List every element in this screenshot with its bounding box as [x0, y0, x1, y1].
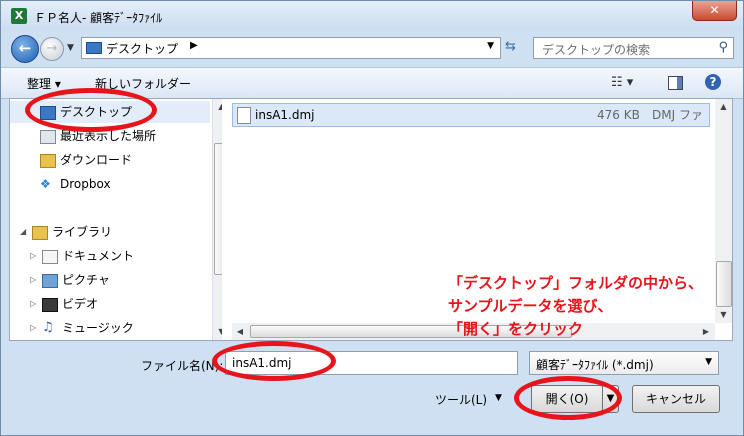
recent-pages-dropdown-icon[interactable]: ▼ [67, 43, 74, 53]
highlight-ellipse-filename [212, 341, 336, 381]
nav-item-videos[interactable]: ▷ ビデオ [10, 293, 210, 315]
search-placeholder: デスクトップの検索 [542, 43, 651, 57]
nav-item-library[interactable]: ◢ ライブラリ [10, 221, 210, 243]
scroll-down-arrow-icon[interactable]: ▼ [715, 307, 732, 323]
help-icon[interactable]: ? [705, 74, 721, 90]
desktop-icon [86, 42, 102, 54]
scroll-down-arrow-icon[interactable]: ▼ [213, 324, 222, 340]
nav-item-label: ライブラリ [52, 225, 113, 239]
nav-item-label: ミュージック [62, 321, 134, 335]
file-icon [237, 107, 251, 124]
music-icon: ♫ [42, 320, 54, 335]
address-breadcrumb[interactable]: デスクトップ [106, 40, 178, 57]
nav-item-label: ビデオ [62, 297, 99, 311]
dropbox-icon: ❖ [40, 177, 51, 191]
navigation-bar: ← → ▼ デスクトップ ▶ ▼ ⇆ デスクトップの検索 ⚲ [1, 31, 743, 65]
window-title: ＦＰ名人- 顧客ﾃﾞｰﾀﾌｧｲﾙ [34, 11, 163, 25]
documents-icon [42, 250, 58, 264]
expand-arrow-icon[interactable]: ▷ [30, 245, 36, 267]
file-name: insA1.dmj [255, 108, 315, 122]
instruction-line-2: サンプルデータを選び、 [448, 297, 613, 315]
forward-button[interactable]: → [40, 37, 64, 61]
back-button[interactable]: ← [11, 35, 39, 63]
instruction-line-3: 「開く」をクリック [448, 320, 584, 338]
nav-item-downloads[interactable]: ダウンロード [10, 149, 210, 171]
view-options-icon[interactable]: ☷ ▾ [611, 75, 633, 90]
tools-dropdown-icon[interactable]: ▼ [495, 393, 502, 403]
nav-item-label: ピクチャ [62, 273, 110, 287]
chevron-down-icon[interactable]: ▼ [705, 357, 712, 367]
browser-area: デスクトップ 最近表示した場所 ダウンロード ❖ Dropbox ◢ ライブラリ… [9, 98, 733, 341]
scroll-up-arrow-icon[interactable]: ▲ [213, 99, 222, 115]
nav-item-label: Dropbox [60, 177, 111, 191]
nav-item-documents[interactable]: ▷ ドキュメント [10, 245, 210, 267]
filetype-value[interactable]: 顧客ﾃﾞｰﾀﾌｧｲﾙ (*.dmj) [536, 356, 654, 373]
breadcrumb-arrow-icon[interactable]: ▶ [190, 40, 198, 51]
file-type: DMJ ファ [652, 108, 703, 122]
nav-pane-scrollbar[interactable]: ▲ ▼ [212, 99, 222, 340]
search-icon[interactable]: ⚲ [718, 40, 728, 55]
expand-arrow-icon[interactable]: ▷ [30, 293, 36, 315]
collapse-arrow-icon[interactable]: ◢ [20, 221, 26, 243]
nav-item-label: ドキュメント [62, 249, 135, 263]
file-list-vertical-scrollbar[interactable]: ▲ ▼ [715, 99, 732, 323]
close-button[interactable]: ✕ [692, 1, 737, 21]
instruction-line-1: 「デスクトップ」フォルダの中から、 [448, 274, 704, 292]
nav-item-music[interactable]: ▷ ♫ ミュージック [10, 317, 210, 339]
expand-arrow-icon[interactable]: ▷ [30, 317, 36, 339]
excel-app-icon: X [11, 8, 27, 24]
downloads-icon [40, 154, 56, 168]
nav-item-label: ダウンロード [60, 153, 133, 167]
expand-arrow-icon[interactable]: ▷ [30, 269, 36, 291]
filetype-select[interactable]: 顧客ﾃﾞｰﾀﾌｧｲﾙ (*.dmj) ▼ [529, 351, 719, 375]
recent-places-icon [40, 130, 56, 144]
tools-menu-button[interactable]: ツール(L) [435, 391, 487, 408]
scroll-left-arrow-icon[interactable]: ◀ [232, 323, 248, 340]
preview-pane-icon[interactable] [668, 76, 683, 90]
address-dropdown-icon[interactable]: ▼ [487, 41, 494, 51]
search-input[interactable]: デスクトップの検索 ⚲ [533, 37, 734, 59]
scroll-thumb[interactable] [214, 143, 222, 275]
file-list-item[interactable]: insA1.dmj 476 KB DMJ ファ [232, 103, 710, 127]
organize-button[interactable]: 整理 ▾ [27, 75, 61, 92]
scroll-up-arrow-icon[interactable]: ▲ [715, 99, 732, 115]
file-open-dialog: X ＦＰ名人- 顧客ﾃﾞｰﾀﾌｧｲﾙ ✕ ← → ▼ デスクトップ ▶ ▼ ⇆ … [0, 0, 744, 436]
highlight-ellipse-open [514, 376, 622, 420]
cancel-button[interactable]: キャンセル [632, 385, 720, 413]
scroll-right-arrow-icon[interactable]: ▶ [698, 323, 714, 340]
refresh-icon[interactable]: ⇆ [505, 39, 516, 54]
scroll-thumb[interactable] [716, 261, 732, 307]
title-bar: X ＦＰ名人- 顧客ﾃﾞｰﾀﾌｧｲﾙ ✕ [1, 1, 743, 31]
navigation-pane: デスクトップ 最近表示した場所 ダウンロード ❖ Dropbox ◢ ライブラリ… [10, 99, 222, 340]
file-size: 476 KB [597, 108, 640, 122]
nav-item-dropbox[interactable]: ❖ Dropbox [10, 173, 210, 195]
pictures-icon [42, 274, 58, 288]
address-bar[interactable]: デスクトップ ▶ ▼ [81, 37, 501, 59]
videos-icon [42, 298, 58, 312]
highlight-ellipse-desktop [25, 88, 157, 132]
nav-item-pictures[interactable]: ▷ ピクチャ [10, 269, 210, 291]
library-icon [32, 226, 48, 240]
